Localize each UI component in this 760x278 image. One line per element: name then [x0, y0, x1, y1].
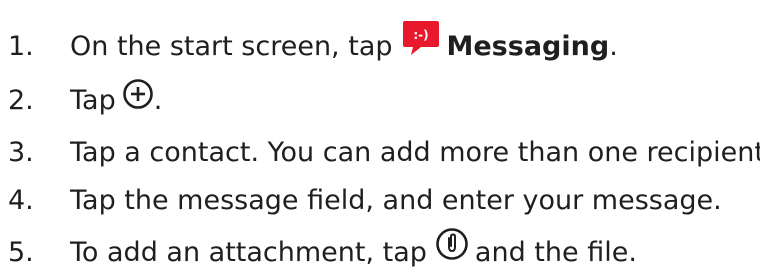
step-5: 5. To add an attachment, tap and the fil…	[8, 228, 637, 276]
instruction-steps: 1. On the start screen, tap :-) Messagin…	[0, 0, 760, 278]
step-4: 4. Tap the message field, and enter your…	[8, 176, 722, 224]
step-text: Tap the message field, and enter your me…	[70, 184, 722, 216]
step-number: 1.	[8, 30, 34, 62]
step-2: 2. Tap .	[8, 76, 162, 124]
step-text-before: To add an attachment, tap	[70, 236, 427, 268]
step-text: Tap .	[70, 79, 163, 116]
step-number: 4.	[8, 184, 34, 216]
messaging-app-icon: :-)	[401, 19, 441, 57]
step-text: Tap a contact. You can add more than one…	[70, 136, 760, 168]
step-text: On the start screen, tap :-) Messaging .	[70, 21, 618, 65]
step-text-after: and the file.	[474, 236, 637, 268]
step-number: 3.	[8, 136, 34, 168]
messaging-icon-face: :-)	[413, 28, 428, 42]
plus-circle-icon	[122, 78, 154, 110]
step-number: 2.	[8, 84, 34, 116]
step-text-after: .	[153, 84, 163, 116]
step-3: 3. Tap a contact. You can add more than …	[8, 128, 760, 176]
step-number: 5.	[8, 236, 34, 268]
step-text-before: Tap	[70, 84, 116, 116]
step-text-bold: Messaging	[446, 30, 610, 62]
step-1: 1. On the start screen, tap :-) Messagin…	[8, 21, 618, 70]
attachment-circle-icon	[435, 227, 469, 261]
step-text-before: On the start screen, tap	[70, 30, 393, 62]
step-text: To add an attachment, tap and the file.	[70, 228, 637, 269]
step-text-after: .	[609, 30, 618, 62]
